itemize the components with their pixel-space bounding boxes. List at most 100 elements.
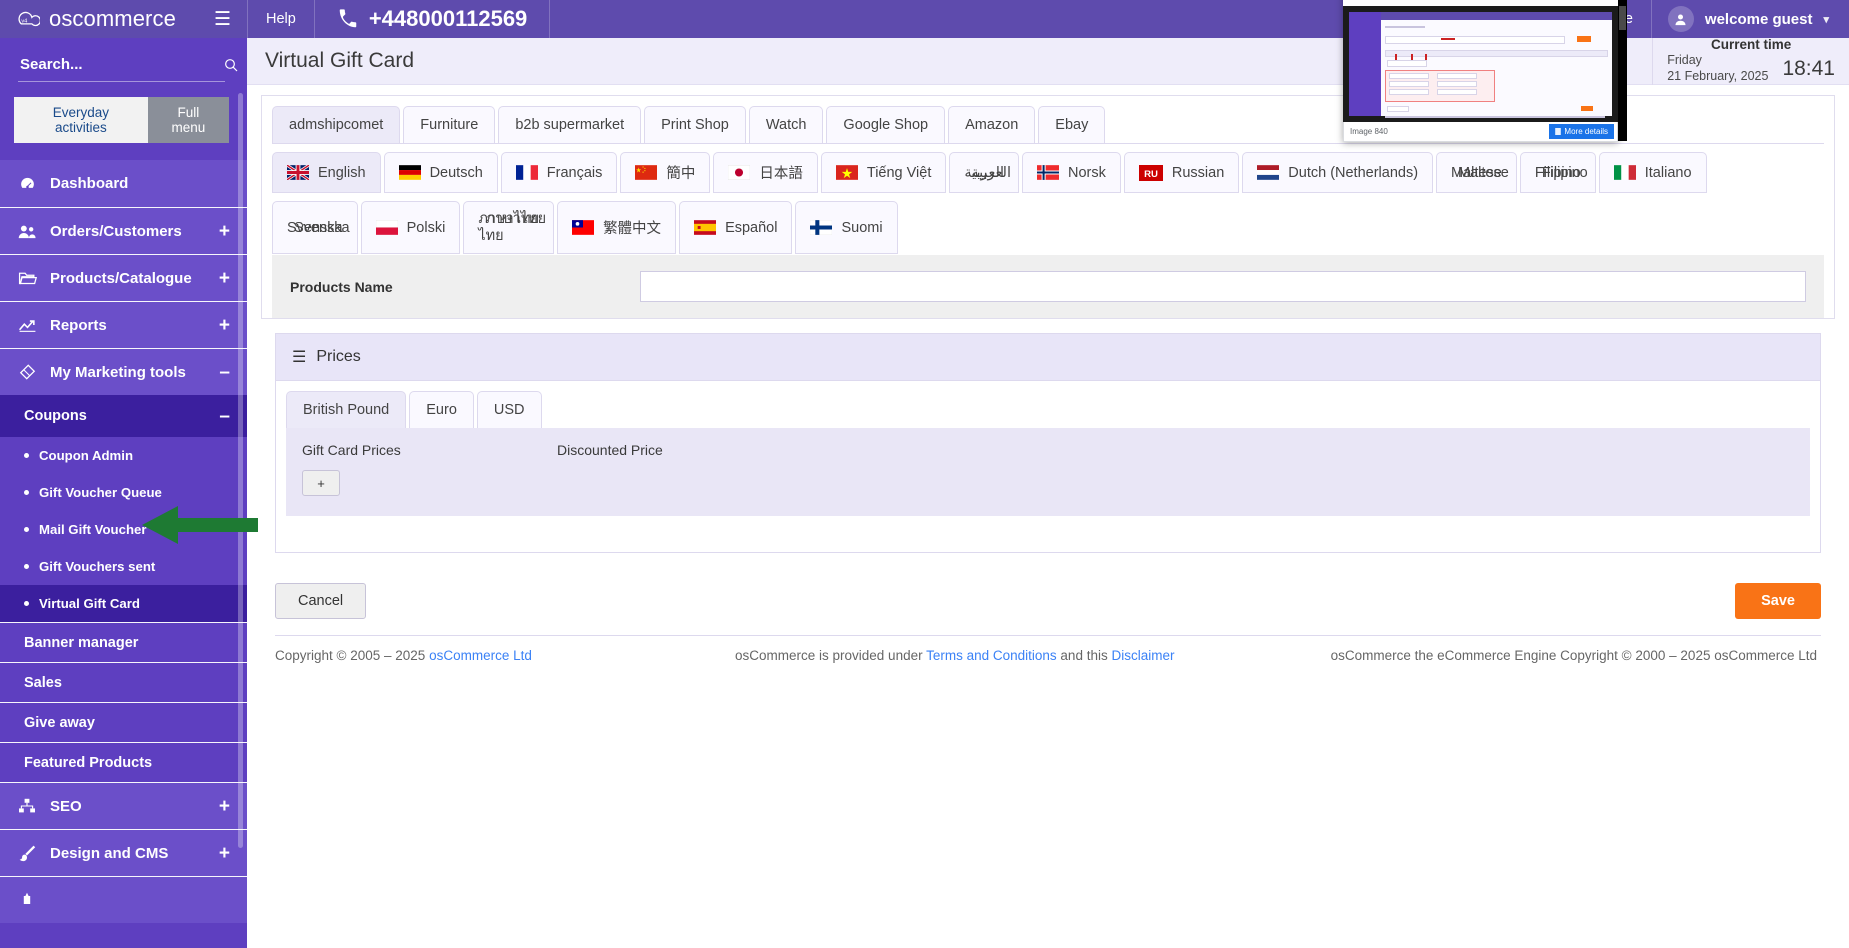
sidebar-item-design-and-cms[interactable]: Design and CMS + — [0, 829, 247, 876]
tab-b2b-supermarket[interactable]: b2b supermarket — [498, 106, 642, 143]
preview-thumbnail[interactable] — [1343, 6, 1618, 122]
help-link[interactable]: Help — [247, 0, 314, 38]
sidebar-search — [0, 38, 247, 82]
currency-tab-usd[interactable]: USD — [476, 391, 542, 429]
oscommerce-ltd-link[interactable]: osCommerce Ltd — [429, 648, 532, 663]
language-tab-vietnamese[interactable]: Tiếng Việt — [820, 152, 947, 193]
language-tab-filipino[interactable]: Filipino Filipino — [1519, 152, 1596, 193]
language-tab-dutch[interactable]: Dutch (Netherlands) — [1242, 152, 1434, 193]
sidebar-item-gift-voucher-queue[interactable]: Gift Voucher Queue — [0, 474, 247, 511]
tab-watch[interactable]: Watch — [748, 106, 824, 143]
language-label: Italiano — [1644, 164, 1692, 181]
sidebar-scrollbar[interactable] — [238, 93, 243, 848]
add-price-row-button[interactable]: + — [302, 470, 340, 497]
tab-google-shop[interactable]: Google Shop — [826, 106, 946, 143]
phone-number[interactable]: +448000112569 — [313, 0, 549, 38]
everyday-activities-button[interactable]: Everyday activities — [14, 97, 148, 143]
oscommerce-logo-icon: v4 — [18, 11, 40, 27]
language-label: Russian — [1171, 164, 1225, 181]
sidebar-item-give-away[interactable]: Give away — [0, 702, 247, 742]
bullet-icon — [24, 490, 29, 495]
tab-ebay[interactable]: Ebay — [1038, 106, 1106, 143]
preview-thumb-body — [1381, 20, 1612, 118]
flag-gb-icon — [287, 165, 309, 180]
language-tab-svenska[interactable]: Svenska Svenska — [272, 201, 358, 255]
sidebar-item-banner-manager[interactable]: Banner manager — [0, 622, 247, 662]
products-name-input[interactable] — [640, 271, 1806, 303]
footer-and-this-text: and this — [1056, 648, 1112, 664]
preview-scrollbar[interactable] — [1618, 0, 1627, 141]
language-tab-japanese[interactable]: 日本語 — [713, 152, 818, 193]
language-tab-arabic[interactable]: العربية العربية — [949, 152, 1020, 193]
sidebar-item-expand[interactable]: + — [219, 797, 230, 816]
language-tab-russian[interactable]: RU Russian — [1123, 152, 1240, 193]
language-tab-traditional-chinese[interactable]: 繁體中文 — [557, 201, 677, 255]
svg-text:RU: RU — [1144, 169, 1158, 180]
currency-tab-british-pound[interactable]: British Pound — [286, 391, 407, 429]
language-tab-norsk[interactable]: Norsk — [1022, 152, 1121, 193]
sidebar-item-partial[interactable] — [0, 876, 247, 923]
hamburger-icon[interactable]: ☰ — [214, 10, 231, 29]
language-tab-simplified-chinese[interactable]: 簡中 — [620, 152, 711, 193]
sidebar-group-collapse[interactable]: – — [219, 407, 230, 426]
sidebar-item-gift-vouchers-sent[interactable]: Gift Vouchers sent — [0, 548, 247, 585]
language-tab-espanol[interactable]: Español — [679, 201, 793, 255]
language-tab-maltese[interactable]: Maltese Maltese — [1436, 152, 1517, 193]
flag-tw-icon — [572, 220, 595, 236]
sidebar-item-label: SEO — [50, 797, 82, 815]
language-tab-deutsch[interactable]: Deutsch — [383, 152, 498, 193]
language-label-overlap: Filipino Filipino — [1535, 165, 1588, 181]
sidebar-item-reports[interactable]: Reports + — [0, 301, 247, 348]
sidebar-item-expand[interactable]: + — [219, 269, 230, 288]
tab-furniture[interactable]: Furniture — [403, 106, 496, 143]
main-content: Virtual Gift Card Current time Friday 21… — [247, 37, 1849, 948]
sidebar-item-expand[interactable]: + — [219, 844, 230, 863]
tab-amazon[interactable]: Amazon — [948, 106, 1036, 143]
sidebar-group-label: Coupons — [24, 408, 87, 424]
terms-and-conditions-link[interactable]: Terms and Conditions — [926, 648, 1057, 663]
sidebar-item-mail-gift-voucher[interactable]: Mail Gift Voucher — [0, 511, 247, 548]
sidebar-item-expand[interactable]: – — [219, 363, 230, 382]
sidebar-group-coupons[interactable]: Coupons – — [0, 395, 247, 437]
save-button[interactable]: Save — [1735, 583, 1821, 620]
hamburger-list-icon: ☰ — [292, 349, 307, 367]
language-tab-suomi[interactable]: Suomi — [795, 201, 898, 255]
language-tab-english[interactable]: English — [272, 152, 381, 193]
sidebar-subitem-label: Coupon Admin — [39, 448, 133, 463]
tab-admshipcomet[interactable]: admshipcomet — [272, 106, 401, 143]
sidebar-item-coupon-admin[interactable]: Coupon Admin — [0, 437, 247, 474]
cancel-button[interactable]: Cancel — [275, 583, 367, 620]
sidebar-item-featured-products[interactable]: Featured Products — [0, 742, 247, 782]
sidebar-item-products-catalogue[interactable]: Products/Catalogue + — [0, 254, 247, 301]
sidebar-item-my-marketing-tools[interactable]: My Marketing tools – — [0, 348, 247, 395]
sidebar-item-virtual-gift-card[interactable]: Virtual Gift Card — [0, 585, 247, 622]
language-tab-thai[interactable]: ภาษาไทย ภาษาไทย ไทย — [463, 201, 555, 255]
sidebar-item-sales[interactable]: Sales — [0, 662, 247, 702]
bullet-icon — [24, 527, 29, 532]
brand-logo-area[interactable]: v4 oscommerce ☰ — [0, 0, 247, 38]
footer-engine-copyright: osCommerce the eCommerce Engine Copyrigh… — [1330, 648, 1817, 664]
topbar-right-group: welcome guest ▾ — [1650, 0, 1849, 38]
more-details-label: More details — [1564, 127, 1608, 136]
footer-copyright-text: Copyright © 2005 – 2025 — [275, 648, 430, 664]
flag-vn-icon — [835, 165, 858, 180]
preview-scrollbar-thumb[interactable] — [1619, 6, 1626, 30]
sidebar-item-expand[interactable]: + — [219, 222, 230, 241]
sidebar-item-expand[interactable]: + — [219, 316, 230, 335]
more-details-button[interactable]: More details — [1549, 124, 1614, 139]
disclaimer-link[interactable]: Disclaimer — [1111, 648, 1174, 663]
sidebar-item-seo[interactable]: SEO + — [0, 782, 247, 829]
full-menu-button[interactable]: Full menu — [147, 97, 229, 143]
currency-tab-euro[interactable]: Euro — [409, 391, 474, 429]
search-icon[interactable] — [223, 57, 239, 73]
sidebar-item-orders-customers[interactable]: Orders/Customers + — [0, 207, 247, 254]
sidebar-subitem-label: Virtual Gift Card — [39, 596, 140, 611]
sidebar-item-dashboard[interactable]: Dashboard — [0, 160, 247, 207]
sidebar-subitem-label: Gift Voucher Queue — [39, 485, 162, 500]
tab-print-shop[interactable]: Print Shop — [644, 106, 746, 143]
search-input[interactable] — [18, 55, 223, 74]
user-menu[interactable]: welcome guest ▾ — [1650, 0, 1849, 38]
language-tab-polski[interactable]: Polski — [360, 201, 461, 255]
language-tab-francais[interactable]: Français — [500, 152, 618, 193]
language-tab-italiano[interactable]: Italiano — [1598, 152, 1707, 193]
